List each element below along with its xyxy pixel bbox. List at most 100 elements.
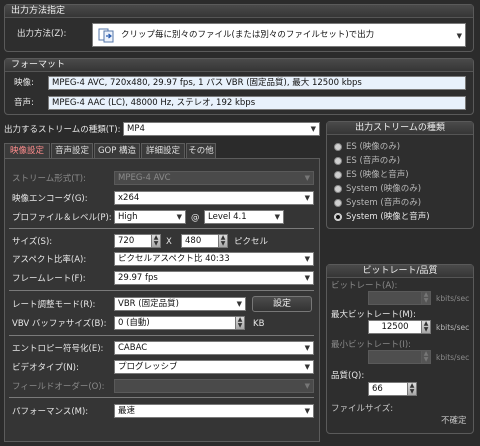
divider [9, 290, 314, 291]
field-order-select: ▼ [114, 379, 314, 393]
performance-value: 最速 [118, 406, 136, 416]
tab-gop-structure[interactable]: GOP 構造 [94, 143, 140, 158]
encoder-label: 映像エンコーダ(G): [12, 194, 88, 204]
chevron-down-icon: ▼ [304, 344, 310, 352]
chevron-down-icon: ▼ [304, 255, 310, 263]
chevron-down-icon: ▼ [304, 363, 310, 371]
level-select[interactable]: Level 4.1 ▼ [204, 210, 284, 224]
stream-type-select[interactable]: MP4 ▼ [123, 122, 320, 136]
filesize-label: ファイルサイズ: [331, 404, 394, 414]
aspect-label: アスペクト比率(A): [12, 255, 87, 265]
divider [9, 228, 314, 229]
stream-kind-title: 出力ストリームの種類 [327, 122, 473, 135]
chevron-down-icon: ▼ [176, 213, 182, 221]
height-value: 480 [185, 236, 202, 246]
chevron-down-icon: ▼ [304, 194, 310, 202]
min-bitrate-spinner: ▲ ▼ [421, 350, 431, 364]
format-audio-value: MPEG-4 AAC (LC), 48000 Hz, ステレオ, 192 kbp… [52, 98, 256, 108]
aspect-select[interactable]: ピクセルアスペクト比 40:33 ▼ [114, 252, 314, 266]
entropy-select[interactable]: CABAC ▼ [114, 341, 314, 355]
width-spinner[interactable]: ▲ ▼ [151, 234, 161, 248]
stream-format-value: MPEG-4 AVC [118, 173, 171, 183]
quality-spinner[interactable]: ▲ ▼ [407, 382, 417, 396]
bitrate-spinner: ▲ ▼ [421, 291, 431, 305]
stream-format-label: ストリーム形式(T): [12, 174, 86, 184]
radio-system-audio[interactable] [334, 199, 342, 207]
times-symbol: X [166, 237, 172, 247]
entropy-value: CABAC [118, 343, 148, 353]
entropy-label: エントロピー符号化(E): [12, 344, 104, 354]
radio-system-av[interactable] [334, 213, 342, 221]
tab-audio-settings[interactable]: 音声設定 [51, 143, 93, 158]
chevron-down-icon: ▼ [274, 213, 280, 221]
level-value: Level 4.1 [208, 212, 247, 222]
output-method-select[interactable]: クリップ毎に別々のファイル(または別々のファイルセット)で出力 ▼ [92, 23, 466, 47]
rate-mode-select[interactable]: VBR (固定品質) ▼ [114, 297, 246, 311]
height-input[interactable]: 480 [181, 234, 219, 248]
chevron-down-icon: ▼ [304, 382, 310, 390]
bitrate-title: ビットレート/品質 [327, 265, 473, 278]
tab-advanced-settings[interactable]: 詳細設定 [141, 143, 185, 158]
max-bitrate-unit: kbits/sec [436, 323, 470, 332]
size-label: サイズ(S): [12, 237, 53, 247]
min-bitrate-input [368, 350, 422, 364]
profile-label: プロファイル＆レベル(P): [12, 213, 112, 223]
radio-es-audio-label: ES (音声のみ) [346, 156, 401, 166]
video-type-value: プログレッシブ [118, 362, 178, 372]
height-spinner[interactable]: ▲ ▼ [218, 234, 228, 248]
format-video-field: MPEG-4 AVC, 720x480, 29.97 fps, 1 パス VBR… [48, 76, 466, 90]
vbv-unit: KB [253, 319, 265, 329]
tab-other[interactable]: その他 [186, 143, 216, 158]
max-bitrate-input[interactable]: 12500 [368, 320, 422, 334]
radio-system-video-label: System (映像のみ) [346, 184, 422, 194]
pixel-unit: ピクセル [234, 237, 269, 247]
performance-label: パフォーマンス(M): [12, 407, 89, 417]
vbv-label: VBV バッファサイズ(B): [12, 319, 107, 329]
video-type-label: ビデオタイプ(N): [12, 363, 79, 373]
encoder-value: x264 [118, 193, 140, 203]
output-method-title: 出力方法指定 [5, 5, 473, 18]
radio-system-audio-label: System (音声のみ) [346, 198, 422, 208]
format-audio-field: MPEG-4 AAC (LC), 48000 Hz, ステレオ, 192 kbp… [48, 96, 466, 110]
performance-select[interactable]: 最速 ▼ [114, 404, 314, 418]
chevron-down-icon: ▼ [304, 174, 310, 182]
framerate-value: 29.97 fps [118, 273, 158, 283]
divider [9, 397, 314, 398]
rate-mode-label: レート調整モード(R): [12, 300, 96, 310]
max-bitrate-spinner[interactable]: ▲ ▼ [421, 320, 431, 334]
format-video-label: 映像: [14, 78, 34, 88]
chevron-down-icon: ▼ [304, 274, 310, 282]
encoder-select[interactable]: x264 ▼ [114, 191, 314, 205]
vbv-spinner[interactable]: ▲ ▼ [235, 316, 245, 330]
chevron-down-icon: ▼ [310, 125, 316, 133]
radio-es-av[interactable] [334, 171, 342, 179]
output-method-label: 出力方法(Z): [17, 29, 67, 39]
chevron-down-icon: ▼ [236, 300, 242, 308]
width-value: 720 [118, 236, 135, 246]
rate-settings-button[interactable]: 設定 [252, 296, 312, 312]
tab-video-settings[interactable]: 映像設定 [4, 143, 50, 159]
profile-select[interactable]: High ▼ [114, 210, 186, 224]
chevron-down-icon: ▼ [456, 32, 462, 40]
framerate-select[interactable]: 29.97 fps ▼ [114, 271, 314, 285]
bitrate-input [368, 291, 422, 305]
format-video-value: MPEG-4 AVC, 720x480, 29.97 fps, 1 パス VBR… [52, 78, 362, 88]
bitrate-unit: kbits/sec [436, 294, 470, 303]
rate-mode-value: VBR (固定品質) [118, 299, 179, 309]
quality-label: 品質(Q): [331, 371, 365, 381]
clip-files-icon [98, 27, 114, 43]
max-bitrate-value: 12500 [381, 322, 409, 332]
width-input[interactable]: 720 [114, 234, 152, 248]
filesize-value: 不確定 [441, 416, 467, 426]
radio-system-video[interactable] [334, 185, 342, 193]
framerate-label: フレームレート(F): [12, 274, 86, 284]
radio-es-video[interactable] [334, 143, 342, 151]
output-method-value: クリップ毎に別々のファイル(または別々のファイルセット)で出力 [121, 30, 375, 40]
vbv-input[interactable]: 0 (自動) [114, 316, 236, 330]
divider [9, 335, 314, 336]
quality-input[interactable]: 66 [368, 382, 408, 396]
min-bitrate-unit: kbits/sec [436, 353, 470, 362]
video-type-select[interactable]: プログレッシブ ▼ [114, 360, 314, 374]
radio-es-audio[interactable] [334, 157, 342, 165]
quality-value: 66 [372, 384, 383, 394]
